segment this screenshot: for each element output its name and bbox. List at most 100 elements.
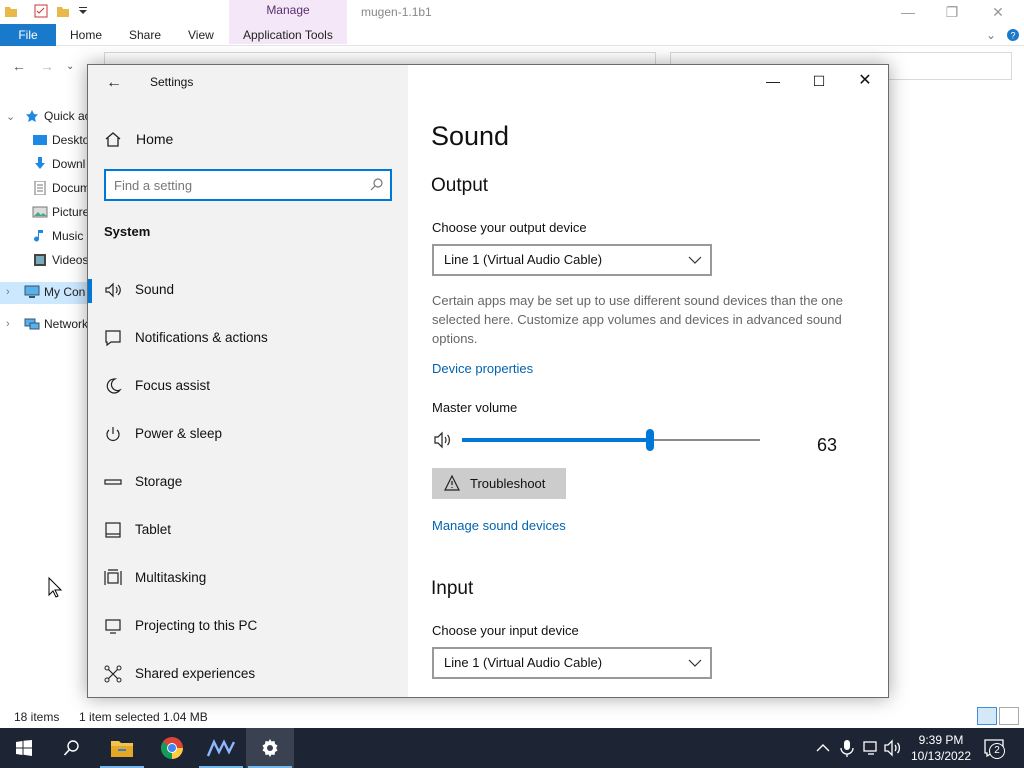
download-icon — [35, 157, 45, 169]
tab-application-tools[interactable]: Application Tools — [243, 28, 333, 42]
forward-arrow-icon[interactable]: → — [40, 58, 54, 74]
expand-network-icon[interactable]: › — [6, 318, 10, 330]
page-title: Sound — [431, 121, 510, 151]
tree-item-documents[interactable]: Docum — [32, 181, 90, 195]
restore-icon[interactable]: ❐ — [932, 2, 972, 22]
moon-icon — [106, 378, 122, 394]
sound-settings-page: Sound Output Choose your output device L… — [408, 65, 888, 697]
input-device-value: Line 1 (Virtual Audio Cable) — [444, 655, 603, 670]
nav-item-label: Tablet — [135, 522, 172, 537]
tab-view[interactable]: View — [188, 28, 214, 42]
search-button[interactable] — [48, 728, 96, 768]
input-device-dropdown[interactable]: Line 1 (Virtual Audio Cable) — [432, 647, 712, 679]
nav-item-label: Notifications & actions — [135, 330, 268, 345]
nav-item-label: Shared experiences — [135, 666, 256, 681]
volume-slider-fill — [462, 438, 650, 442]
manage-tab-label[interactable]: Manage — [229, 3, 347, 17]
folder-icon[interactable] — [4, 4, 18, 18]
nav-item-notifications[interactable]: Notifications & actions — [88, 316, 408, 360]
network-tray-icon[interactable] — [862, 739, 880, 757]
chevron-up-icon[interactable] — [814, 739, 832, 757]
microphone-icon[interactable] — [838, 739, 856, 757]
taskbar-file-explorer[interactable] — [98, 728, 146, 768]
taskbar-chrome[interactable] — [148, 728, 196, 768]
details-view-icon[interactable] — [977, 707, 997, 725]
music-icon — [34, 230, 43, 242]
find-setting-input[interactable] — [114, 175, 364, 195]
nav-item-label: Multitasking — [135, 570, 207, 585]
tree-label: Docum — [52, 181, 91, 195]
nav-item-projecting[interactable]: Projecting to this PC — [88, 604, 408, 648]
windows-logo-icon — [16, 740, 32, 756]
tab-share[interactable]: Share — [129, 28, 161, 42]
document-icon — [34, 181, 46, 195]
system-clock[interactable]: 9:39 PM 10/13/2022 — [906, 732, 976, 764]
network-icon — [24, 318, 40, 330]
close-icon[interactable]: ✕ — [978, 2, 1018, 22]
volume-slider-thumb[interactable] — [645, 429, 654, 451]
clock-time: 9:39 PM — [918, 733, 964, 747]
minimize-icon[interactable]: — — [888, 2, 928, 22]
nav-item-multitasking[interactable]: Multitasking — [88, 556, 408, 600]
start-button[interactable] — [0, 728, 48, 768]
properties-icon[interactable] — [34, 4, 48, 18]
tree-item-music[interactable]: Music — [32, 229, 83, 243]
back-arrow-icon[interactable]: ← — [104, 73, 124, 93]
recent-locations-icon[interactable]: ⌄ — [66, 61, 74, 72]
nav-item-label: Projecting to this PC — [135, 618, 258, 633]
tree-item-videos[interactable]: Videos — [32, 253, 88, 267]
back-arrow-icon[interactable]: ← — [12, 58, 26, 74]
tree-item-downloads[interactable]: Downl — [32, 157, 85, 171]
tree-label: Picture — [52, 205, 90, 219]
chevron-down-icon — [688, 256, 702, 264]
help-icon[interactable]: ? — [1006, 28, 1020, 42]
nav-item-power-sleep[interactable]: Power & sleep — [88, 412, 408, 456]
device-properties-link[interactable]: Device properties — [432, 361, 533, 376]
storage-icon — [104, 479, 122, 485]
nav-item-label: Storage — [135, 474, 183, 489]
mugen-icon — [207, 739, 235, 757]
nav-item-focus-assist[interactable]: Focus assist — [88, 364, 408, 408]
troubleshoot-button[interactable]: Troubleshoot — [432, 468, 566, 499]
output-device-label: Choose your output device — [432, 220, 587, 235]
tab-home[interactable]: Home — [70, 28, 102, 42]
selection-info: 1 item selected 1.04 MB — [79, 710, 208, 724]
manage-sound-devices-link[interactable]: Manage sound devices — [432, 518, 566, 533]
nav-item-label: Focus assist — [135, 378, 211, 393]
settings-title: Settings — [150, 75, 194, 89]
nav-item-tablet[interactable]: Tablet — [88, 508, 408, 552]
nav-item-shared-experiences[interactable]: Shared experiences — [88, 652, 408, 696]
tab-file[interactable]: File — [0, 24, 56, 46]
taskbar-mugen-app[interactable] — [197, 728, 245, 768]
nav-item-storage[interactable]: Storage — [88, 460, 408, 504]
new-folder-icon[interactable] — [56, 4, 70, 18]
search-icon[interactable] — [370, 177, 384, 191]
ribbon-expand-icon[interactable]: ⌄ — [986, 28, 996, 42]
nav-item-sound[interactable]: Sound — [88, 268, 408, 312]
output-device-dropdown[interactable]: Line 1 (Virtual Audio Cable) — [432, 244, 712, 276]
nav-item-label: Power & sleep — [135, 426, 223, 441]
tree-item-my-computer[interactable]: My Con — [24, 285, 85, 299]
expand-quick-access-icon[interactable]: ⌄ — [6, 110, 15, 123]
volume-tray-icon[interactable] — [884, 739, 902, 757]
tree-label: Videos — [52, 253, 89, 267]
chrome-icon — [161, 737, 183, 759]
tree-item-pictures[interactable]: Picture — [32, 205, 89, 219]
tree-item-desktop[interactable]: Deskto — [32, 133, 89, 147]
tree-item-quick-access[interactable]: Quick ac — [24, 109, 91, 123]
volume-icon[interactable] — [434, 431, 454, 449]
tree-item-network[interactable]: Network — [24, 317, 88, 331]
computer-icon — [24, 285, 40, 298]
expand-my-computer-icon[interactable]: › — [6, 286, 10, 298]
input-device-label: Choose your input device — [432, 623, 579, 638]
multitasking-icon — [104, 569, 122, 585]
tree-label: My Con — [44, 285, 86, 299]
notification-count-badge: 2 — [989, 743, 1005, 759]
customize-toolbar-icon[interactable] — [76, 4, 90, 18]
mouse-cursor-icon — [48, 577, 62, 598]
find-setting-box[interactable] — [104, 169, 392, 201]
taskbar-settings[interactable] — [246, 728, 294, 768]
tree-label: Downl — [52, 157, 86, 171]
item-count: 18 items — [14, 710, 60, 724]
large-icons-view-icon[interactable] — [999, 707, 1019, 725]
